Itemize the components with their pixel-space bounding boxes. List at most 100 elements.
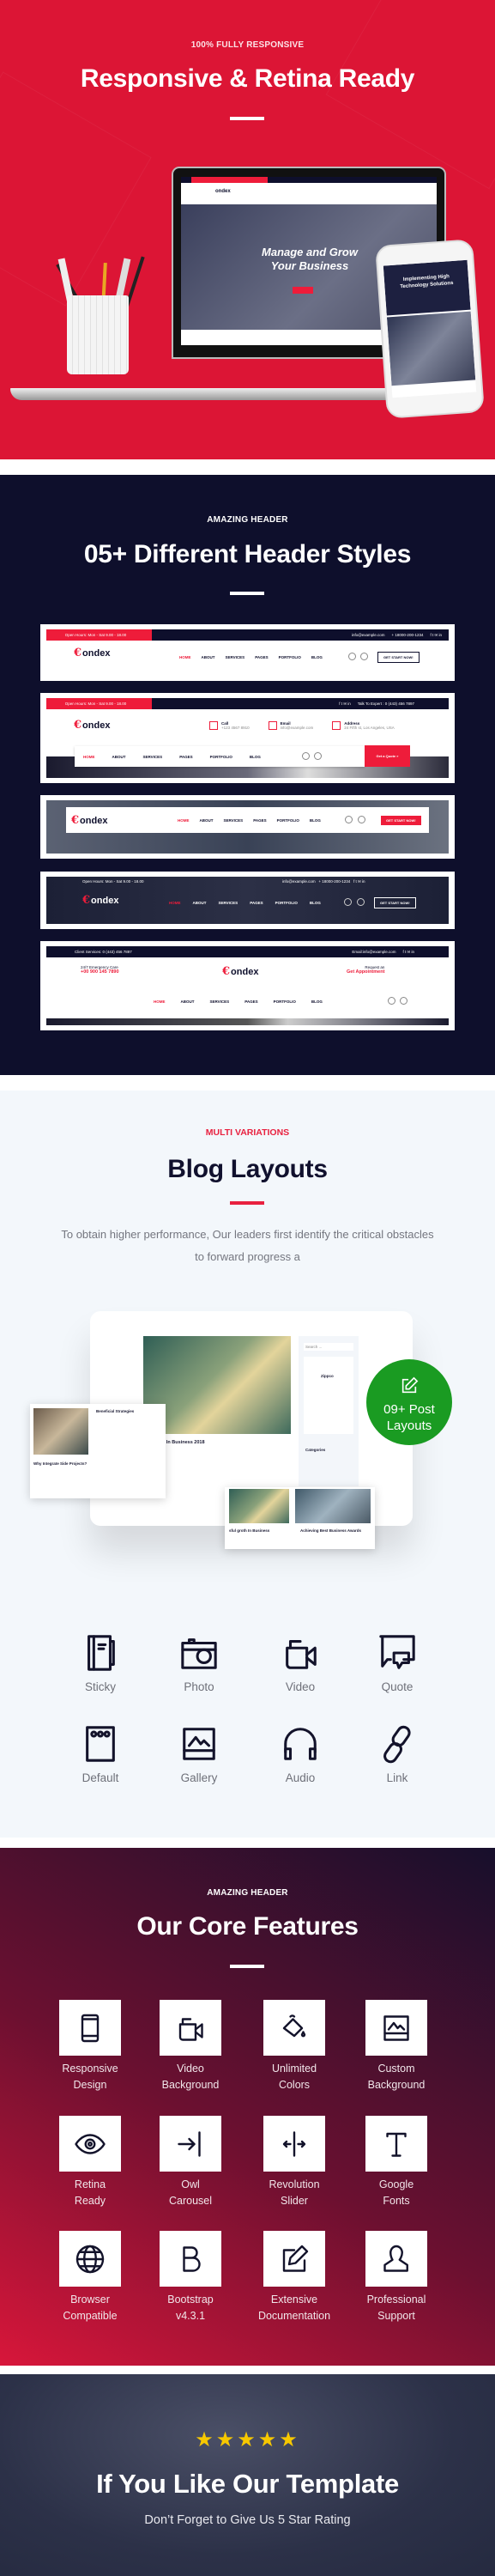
- header-style-5[interactable]: Client Services: 0 (443) 456 7897 Email:i…: [40, 941, 455, 1030]
- talk-expert: Talk To Expert : 0 (443) 456 7897: [357, 702, 414, 706]
- feature-icon-box: [160, 2116, 221, 2172]
- nav-item-blog[interactable]: BLOG: [311, 655, 323, 659]
- feature-owl-carousel: Owl Carousel: [143, 2116, 238, 2209]
- post-type-video[interactable]: Video: [253, 1633, 347, 1693]
- nav-item-blog[interactable]: BLOG: [310, 901, 321, 905]
- feature-label: Extensive Documentation: [257, 2293, 331, 2322]
- nav-item-pages[interactable]: PAGES: [255, 655, 268, 659]
- categories-heading: Categories: [305, 1448, 326, 1452]
- logo[interactable]: € ondex: [222, 965, 258, 978]
- feature-label: Google Fonts: [378, 2178, 414, 2207]
- section-eyebrow: 100% FULLY RESPONSIVE: [190, 40, 305, 50]
- get-quote-button[interactable]: Get a Quote »: [365, 745, 410, 767]
- nav-item-services[interactable]: SERVICES: [226, 655, 245, 659]
- nav-item-about[interactable]: ABOUT: [112, 755, 126, 759]
- search-icon[interactable]: [345, 816, 353, 823]
- laptop-hero-title: Manage and Grow Your Business: [262, 246, 358, 272]
- appointment-info[interactable]: Request an Get Appointment: [347, 965, 384, 975]
- post-type-quote[interactable]: Quote: [350, 1633, 444, 1693]
- post-type-photo[interactable]: Photo: [152, 1633, 246, 1693]
- logo[interactable]: € ondex: [74, 647, 110, 659]
- post-type-gallery[interactable]: Gallery: [152, 1724, 246, 1784]
- nav-item-portfolio[interactable]: PORTFOLIO: [279, 655, 301, 659]
- nav-item-services[interactable]: SERVICES: [219, 901, 238, 905]
- rating-title: If You Like Our Template: [96, 2469, 399, 2499]
- nav-item-blog[interactable]: BLOG: [310, 818, 321, 823]
- cart-icon[interactable]: [360, 653, 368, 660]
- nav-item-about[interactable]: ABOUT: [193, 901, 207, 905]
- user-icon: [383, 2245, 408, 2272]
- social-icons[interactable]: f t ✉ in: [339, 702, 351, 707]
- section-title: 05+ Different Header Styles: [83, 540, 412, 568]
- hero-strip: [46, 1018, 449, 1025]
- nav-item-home[interactable]: HOME: [154, 999, 166, 1004]
- logo[interactable]: € ondex: [74, 719, 110, 732]
- post-type-link[interactable]: Link: [350, 1724, 444, 1784]
- cart-icon[interactable]: [400, 997, 407, 1005]
- social-icons[interactable]: f t ✉ in: [430, 633, 442, 638]
- social-icons[interactable]: f t ✉ in: [402, 950, 414, 955]
- cart-icon[interactable]: [314, 752, 322, 760]
- header-style-4[interactable]: Open Hours: Mon - Sat 9.00 - 18.00 info@…: [40, 872, 455, 929]
- search-icon[interactable]: [348, 653, 356, 660]
- nav-item-about[interactable]: ABOUT: [202, 655, 215, 659]
- logo[interactable]: € ondex: [82, 894, 118, 907]
- nav-item-portfolio[interactable]: PORTFOLIO: [275, 901, 298, 905]
- nav-item-home[interactable]: HOME: [178, 818, 190, 823]
- section-title: Blog Layouts: [167, 1155, 328, 1183]
- post-type-label: Gallery: [180, 1771, 218, 1784]
- nav-item-pages[interactable]: PAGES: [250, 901, 263, 905]
- get-start-button[interactable]: GET START NOW!: [381, 816, 421, 825]
- headphones-icon: [284, 1728, 317, 1760]
- nav-item-home[interactable]: HOME: [83, 755, 95, 759]
- header-style-1[interactable]: Open Hours: Mon - Sat 9.00 - 18.00 info@…: [40, 624, 455, 681]
- search-icon[interactable]: [302, 752, 310, 760]
- feature-icon-box: [59, 2116, 121, 2172]
- star-icon: ★: [279, 2428, 300, 2451]
- cart-icon[interactable]: [357, 898, 365, 906]
- feature-google-fonts: Google Fonts: [349, 2116, 444, 2209]
- rating-section: ★★★★★ If You Like Our Template Don’t For…: [0, 2374, 495, 2576]
- feature-label: Bootstrap v4.3.1: [167, 2293, 214, 2322]
- section-description: To obtain higher performance, Our leader…: [61, 1228, 434, 1263]
- nav-item-portfolio[interactable]: PORTFOLIO: [277, 818, 299, 823]
- post-type-sticky[interactable]: Sticky: [53, 1633, 148, 1693]
- open-hours: Open Hours: Mon - Sat 9.00 - 18.00: [64, 702, 127, 706]
- nav-item-services[interactable]: SERVICES: [143, 755, 163, 759]
- nav-item-home[interactable]: HOME: [169, 901, 181, 905]
- search-input[interactable]: Search ...: [304, 1343, 353, 1351]
- nav-item-pages[interactable]: PAGES: [179, 755, 192, 759]
- nav-item-pages[interactable]: PAGES: [253, 818, 266, 823]
- search-icon[interactable]: [344, 898, 352, 906]
- open-hours: Open Hours: Mon - Sat 9.00 - 18.00: [82, 879, 144, 884]
- tablet-icon: [81, 2014, 100, 2042]
- header-style-2[interactable]: Open Hours: Mon - Sat 9.00 - 18.00 f t ✉…: [40, 693, 455, 783]
- nav-item-home[interactable]: HOME: [179, 655, 191, 659]
- post-type-label: Link: [386, 1771, 408, 1784]
- nav-item-blog[interactable]: BLOG: [311, 999, 323, 1004]
- cart-icon[interactable]: [358, 816, 365, 823]
- nav-item-about[interactable]: ABOUT: [181, 999, 195, 1004]
- nav-item-portfolio[interactable]: PORTFOLIO: [274, 999, 296, 1004]
- feature-revolution-slider: Revolution Slider: [247, 2116, 341, 2209]
- nav-item-portfolio[interactable]: PORTFOLIO: [210, 755, 232, 759]
- main-nav: HOME ABOUT SERVICES PAGES PORTFOLIO BLOG: [83, 755, 261, 759]
- nav-item-pages[interactable]: PAGES: [244, 999, 257, 1004]
- card-image: [229, 1489, 289, 1523]
- phone-mockup: Implementing High Technology Solutions: [375, 239, 485, 419]
- nav-item-services[interactable]: SERVICES: [224, 818, 244, 823]
- post-type-label: Photo: [184, 1680, 214, 1693]
- nav-item-services[interactable]: SERVICES: [210, 999, 230, 1004]
- nav-item-about[interactable]: ABOUT: [200, 818, 214, 823]
- notepad-icon: [86, 1726, 115, 1762]
- post-type-default[interactable]: Default: [53, 1724, 148, 1784]
- get-start-button[interactable]: GET START NOW!: [377, 652, 420, 663]
- get-start-button[interactable]: GET START NOW!: [374, 897, 416, 908]
- edit-icon: [401, 1376, 419, 1394]
- search-icon[interactable]: [388, 997, 395, 1005]
- nav-item-blog[interactable]: BLOG: [250, 755, 261, 759]
- header-style-3[interactable]: € ondex HOME ABOUT SERVICES PAGES PORTFOLIO BL…: [40, 795, 455, 859]
- feature-icon-box: [160, 2231, 221, 2287]
- post-type-audio[interactable]: Audio: [253, 1724, 347, 1784]
- logo[interactable]: € ondex: [71, 814, 107, 827]
